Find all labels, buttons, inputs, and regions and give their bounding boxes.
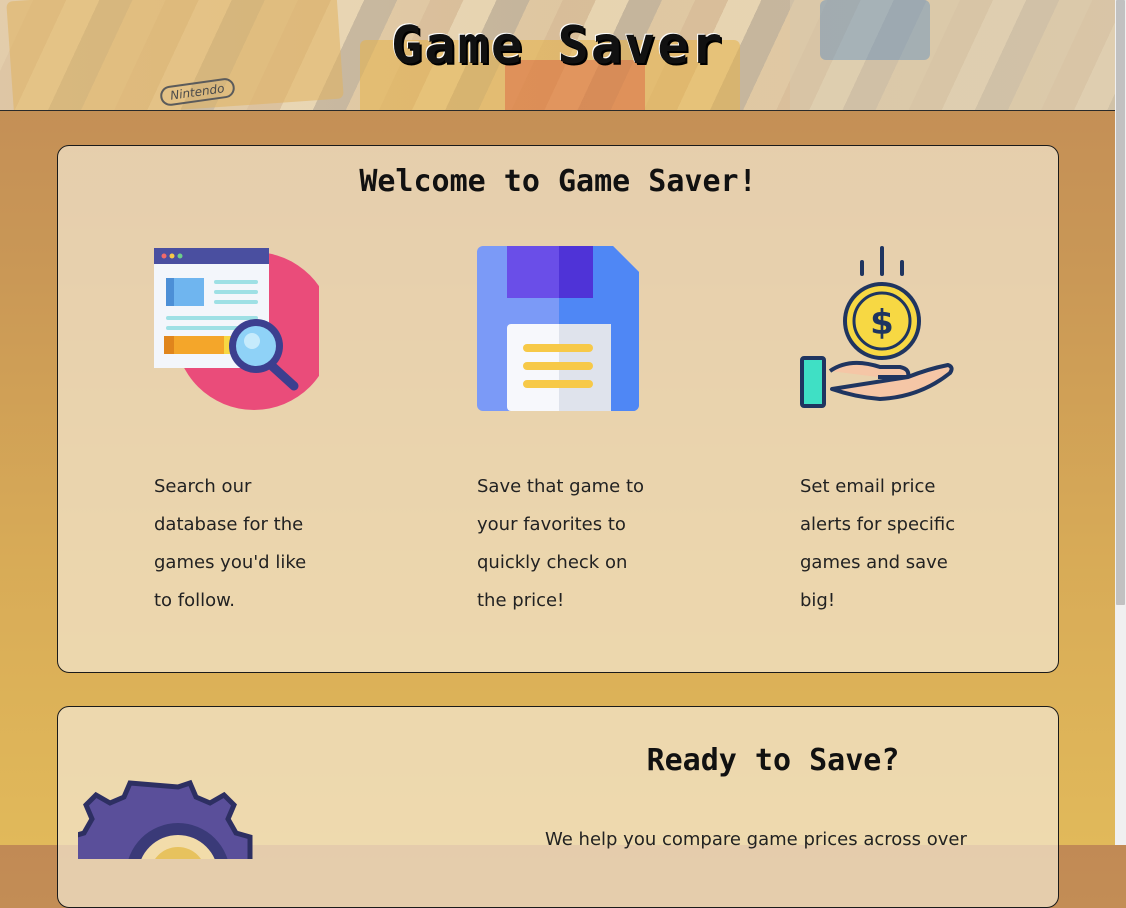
floppy-save-icon: [477, 246, 639, 411]
feature-alerts-text: Set email price alerts for specific game…: [800, 476, 956, 611]
page: Nintendo Game Saver Welcome to Game Save…: [0, 0, 1115, 908]
site-title: Game Saver: [390, 16, 725, 76]
search-database-icon: [154, 248, 319, 410]
gear-icon: [78, 779, 253, 859]
page-scrollbar[interactable]: [1115, 0, 1126, 845]
ready-heading: Ready to Save?: [646, 743, 900, 778]
hero-banner: Nintendo Game Saver: [0, 0, 1115, 111]
welcome-card: Welcome to Game Saver! Search our databa…: [57, 145, 1059, 673]
feature-alerts: $ Set email price alerts for specific ga…: [800, 246, 1000, 611]
svg-text:$: $: [870, 303, 894, 343]
welcome-heading: Welcome to Game Saver!: [359, 164, 757, 199]
scrollbar-thumb[interactable]: [1116, 0, 1125, 605]
feature-save: Save that game to your favorites to quic…: [477, 246, 677, 611]
feature-save-text: Save that game to your favorites to quic…: [477, 476, 645, 611]
ready-text: We help you compare game prices across o…: [545, 829, 967, 850]
feature-search: Search our database for the games you'd …: [154, 246, 354, 611]
ready-card: Ready to Save? We help you compare game …: [57, 706, 1059, 908]
coin-hand-icon: $: [800, 246, 954, 408]
feature-search-text: Search our database for the games you'd …: [154, 476, 307, 611]
